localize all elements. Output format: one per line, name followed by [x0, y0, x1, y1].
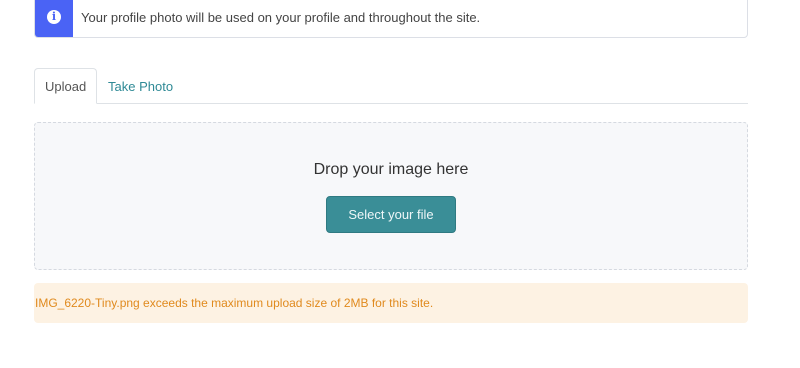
info-alert-text: Your profile photo will be used on your …: [81, 9, 481, 25]
info-alert-strip: i: [35, 0, 73, 37]
image-dropzone[interactable]: Drop your image here Select your file: [34, 122, 748, 270]
select-file-button[interactable]: Select your file: [326, 196, 456, 233]
info-icon: i: [47, 10, 61, 24]
tab-take-photo[interactable]: Take Photo: [98, 68, 183, 104]
dropzone-title: Drop your image here: [313, 161, 469, 178]
upload-size-warning: IMG_6220-Tiny.png exceeds the maximum up…: [34, 283, 748, 323]
info-alert: i Your profile photo will be used on you…: [34, 0, 748, 38]
warning-text: IMG_6220-Tiny.png exceeds the maximum up…: [35, 296, 434, 310]
upload-tabs: Upload Take Photo: [34, 68, 748, 104]
tab-upload[interactable]: Upload: [34, 68, 98, 104]
